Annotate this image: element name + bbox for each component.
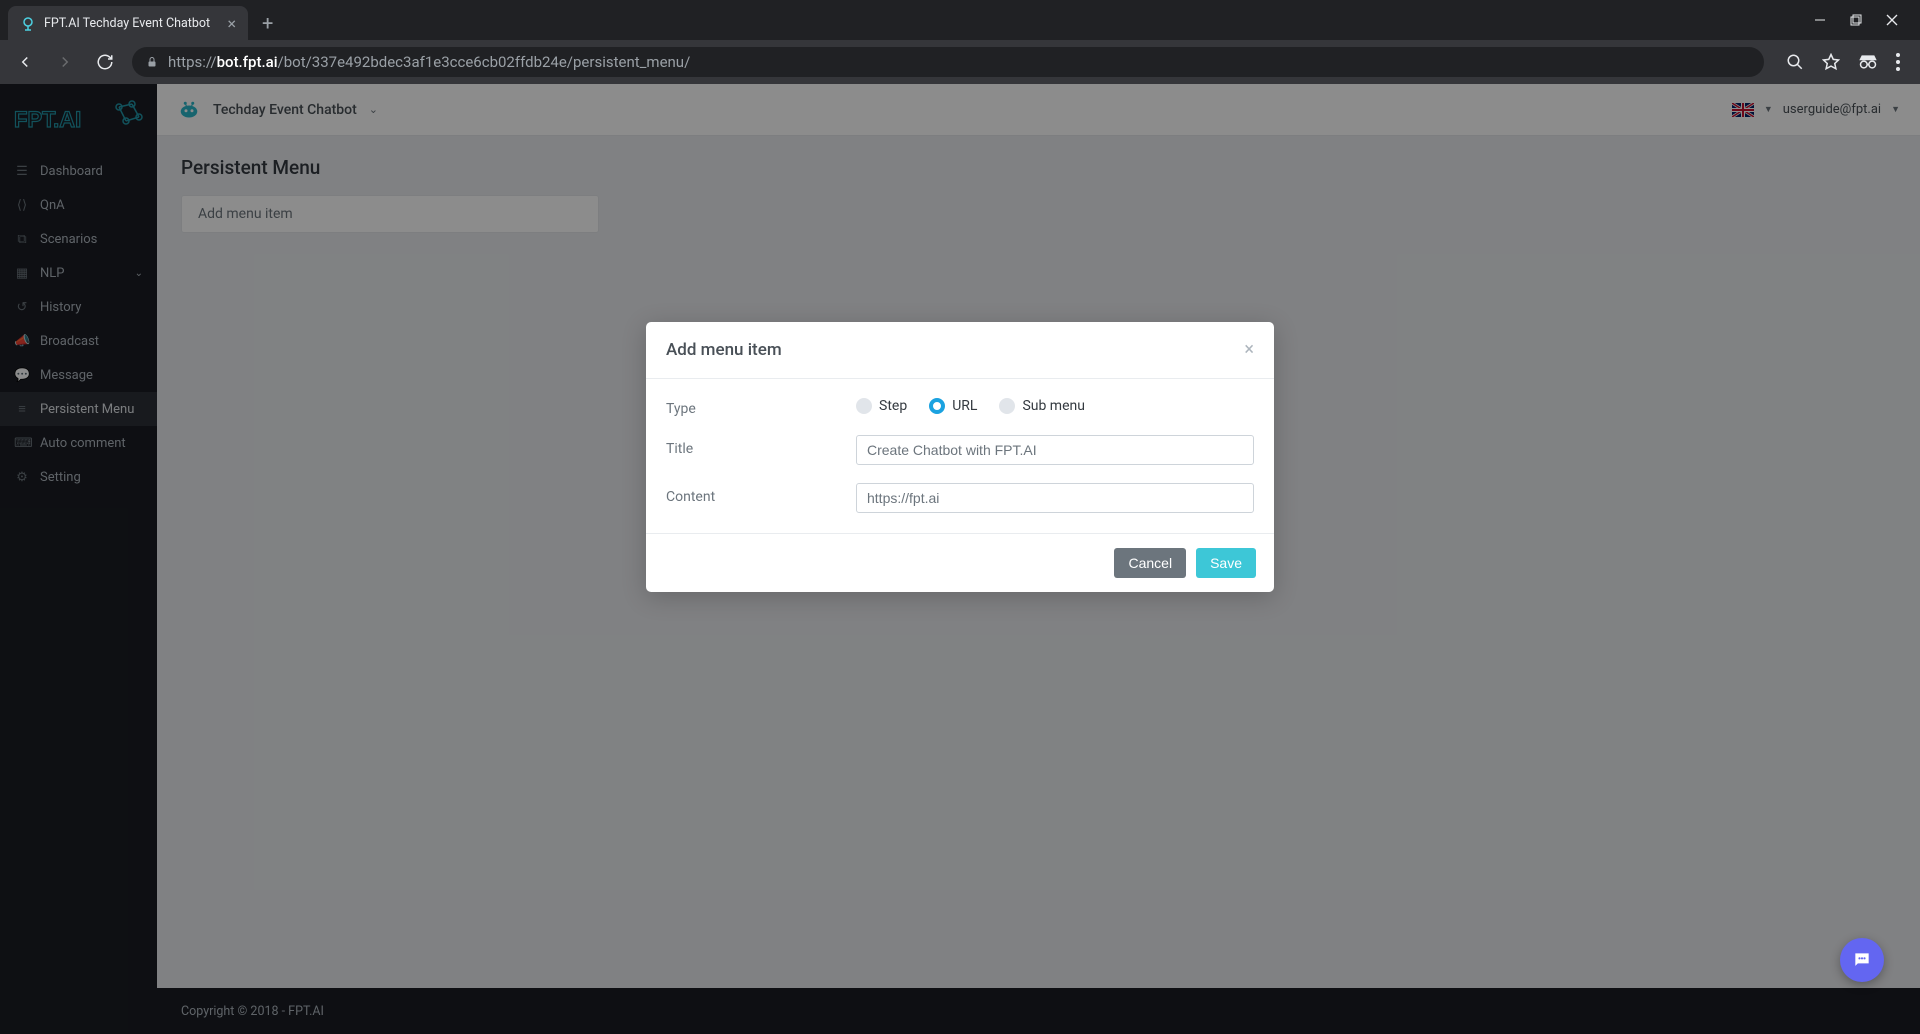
radio-url[interactable]: URL: [929, 398, 977, 414]
maximize-icon[interactable]: [1850, 14, 1862, 26]
chat-fab[interactable]: [1840, 938, 1884, 982]
incognito-icon[interactable]: [1858, 55, 1878, 69]
forward-button[interactable]: [48, 45, 82, 79]
radio-icon: [929, 398, 945, 414]
radio-label: Sub menu: [1022, 398, 1085, 414]
content-input[interactable]: [856, 483, 1254, 513]
modal-title: Add menu item: [666, 340, 782, 360]
radio-icon: [999, 398, 1015, 414]
url-host: bot.fpt.ai: [217, 53, 278, 71]
title-label: Title: [666, 435, 856, 457]
address-bar[interactable]: https://bot.fpt.ai/bot/337e492bdec3af1e3…: [132, 47, 1764, 77]
add-menu-item-modal: Add menu item × Type Step URL Sub menu T…: [646, 322, 1274, 592]
back-button[interactable]: [8, 45, 42, 79]
radio-label: URL: [952, 398, 977, 414]
url-scheme: https://: [168, 53, 217, 71]
bookmark-star-icon[interactable]: [1822, 53, 1840, 71]
save-button[interactable]: Save: [1196, 548, 1256, 578]
tab-close-icon[interactable]: ×: [227, 14, 236, 33]
browser-tab[interactable]: FPT.AI Techday Event Chatbot ×: [8, 6, 248, 40]
type-radio-group: Step URL Sub menu: [856, 398, 1254, 414]
lock-icon: [146, 55, 158, 69]
content-label: Content: [666, 483, 856, 505]
close-window-icon[interactable]: [1886, 14, 1898, 26]
tab-favicon: [20, 15, 36, 31]
radio-label: Step: [879, 398, 907, 414]
new-tab-button[interactable]: +: [248, 6, 287, 40]
browser-toolbar: https://bot.fpt.ai/bot/337e492bdec3af1e3…: [0, 40, 1920, 84]
reload-button[interactable]: [88, 45, 122, 79]
close-icon[interactable]: ×: [1244, 341, 1254, 359]
minimize-icon[interactable]: [1814, 14, 1826, 26]
tab-strip: FPT.AI Techday Event Chatbot × +: [0, 0, 1920, 40]
type-label: Type: [666, 395, 856, 417]
radio-step[interactable]: Step: [856, 398, 907, 414]
url-path: /bot/337e492bdec3af1e3cce6cb02ffdb24e/pe…: [278, 53, 691, 71]
zoom-icon[interactable]: [1786, 53, 1804, 71]
title-input[interactable]: [856, 435, 1254, 465]
tab-title: FPT.AI Techday Event Chatbot: [44, 16, 210, 31]
radio-icon: [856, 398, 872, 414]
radio-submenu[interactable]: Sub menu: [999, 398, 1085, 414]
browser-menu-icon[interactable]: [1896, 53, 1900, 71]
cancel-button[interactable]: Cancel: [1114, 548, 1186, 578]
window-controls: [1814, 0, 1920, 40]
